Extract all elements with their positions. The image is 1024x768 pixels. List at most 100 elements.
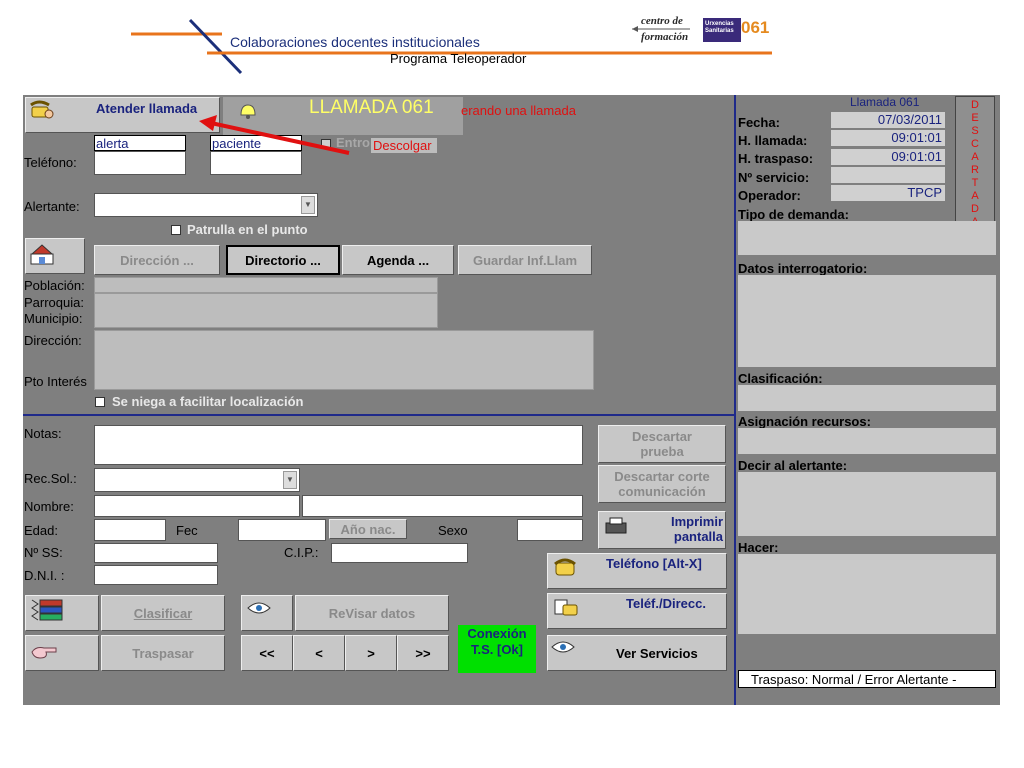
descartada-letters: DESCARTADA: [956, 97, 994, 229]
anio-nac-label: Año nac.: [340, 521, 396, 537]
descartada-letter: R: [971, 164, 979, 176]
sexo-label: Sexo: [438, 523, 468, 538]
call-banner-suffix: erando una llamada: [461, 103, 576, 118]
guardar-button-label: Guardar Inf.Llam: [472, 252, 578, 268]
datos-interrogatorio-field[interactable]: [738, 275, 996, 367]
decir-alertante-label: Decir al alertante:: [738, 458, 848, 473]
sexo-input[interactable]: [517, 519, 583, 541]
direccion-button[interactable]: Dirección ...: [94, 245, 220, 275]
logo-formacion: formación: [641, 31, 689, 43]
nombre-label: Nombre:: [24, 499, 74, 514]
patrulla-label: Patrulla en el punto: [187, 222, 308, 237]
notas-input[interactable]: [94, 425, 583, 465]
descartada-letter: D: [971, 99, 979, 111]
descartada-letter: C: [971, 138, 979, 150]
revisar-button[interactable]: ReVisar datos: [295, 595, 449, 631]
nombre-input[interactable]: [94, 495, 300, 517]
map-location-button[interactable]: [25, 238, 85, 274]
revisar-icon-button[interactable]: [241, 595, 293, 631]
recsol-dropdown-button[interactable]: ▼: [283, 471, 297, 489]
directorio-button[interactable]: Directorio ...: [226, 245, 340, 275]
nav-first-button[interactable]: <<: [241, 635, 293, 671]
edad-input[interactable]: [94, 519, 166, 541]
asignacion-field[interactable]: [738, 428, 996, 454]
recsol-select[interactable]: ▼: [94, 468, 300, 492]
telefono-altx-label: Teléfono [Alt-X]: [606, 556, 702, 571]
descartar-corte-label: Descartar corte comunicación: [614, 469, 710, 499]
decir-alertante-field[interactable]: [738, 472, 996, 536]
nss-input[interactable]: [94, 543, 218, 563]
traspasar-icon-button[interactable]: [25, 635, 99, 671]
nav-next-button[interactable]: >: [345, 635, 397, 671]
right-panel-title: Llamada 061: [850, 95, 920, 109]
traspaso-status-label: Traspaso: Normal / Error Alertante -: [751, 672, 957, 687]
fecha-nac-input[interactable]: [238, 519, 326, 541]
descartada-letter: E: [971, 112, 979, 124]
descartada-letter: A: [971, 151, 979, 163]
directorio-button-label: Directorio ...: [245, 252, 321, 268]
nav-last-button[interactable]: >>: [397, 635, 449, 671]
operador-value: TPCP: [831, 185, 945, 201]
direccion-field[interactable]: [94, 330, 594, 390]
logo-centro: centro de: [641, 15, 683, 27]
nav-last-label: >>: [415, 645, 431, 661]
chevron-down-icon: ▼: [304, 200, 312, 209]
stacked-books-icon: [31, 599, 63, 621]
apellidos-input[interactable]: [302, 495, 583, 517]
clasificacion-label: Clasificación:: [738, 371, 823, 386]
guardar-button[interactable]: Guardar Inf.Llam: [458, 245, 592, 275]
pointing-hand-icon: [31, 647, 57, 659]
direccion-button-label: Dirección ...: [120, 252, 194, 268]
traspaso-status-bar[interactable]: Traspaso: Normal / Error Alertante -: [738, 670, 996, 688]
poblacion-field[interactable]: [94, 277, 438, 293]
recsol-label: Rec.Sol.:: [24, 471, 77, 486]
htraspaso-value: 09:01:01: [831, 149, 945, 165]
section-divider: [23, 414, 734, 416]
notas-label: Notas:: [24, 426, 62, 441]
patrulla-checkbox[interactable]: [171, 225, 181, 235]
hacer-field[interactable]: [738, 554, 996, 634]
descartar-prueba-label: Descartar prueba: [632, 429, 692, 459]
alertante-label: Alertante:: [24, 199, 80, 214]
eye-icon: [551, 641, 575, 653]
nav-prev-button[interactable]: <: [293, 635, 345, 671]
traspasar-button[interactable]: Traspasar: [101, 635, 225, 671]
edad-label: Edad:: [24, 523, 58, 538]
clasificacion-field[interactable]: [738, 385, 996, 411]
right-panel-divider: [734, 95, 736, 705]
tipo-demanda-field[interactable]: [738, 221, 996, 255]
agenda-button[interactable]: Agenda ...: [342, 245, 454, 275]
operador-label: Operador:: [738, 188, 801, 203]
fec-label: Fec: [176, 523, 198, 538]
logo-061: 061: [741, 18, 770, 37]
header-title: Colaboraciones docentes institucionales: [230, 34, 480, 50]
parroquia-municipio-field[interactable]: [94, 293, 438, 328]
dni-label: D.N.I. :: [24, 568, 65, 583]
tipo-demanda-label: Tipo de demanda:: [738, 207, 849, 222]
datos-interrogatorio-label: Datos interrogatorio:: [738, 261, 868, 276]
printer-icon: [605, 517, 627, 534]
classify-icon-button[interactable]: [25, 595, 99, 631]
header-decoration: [131, 18, 772, 75]
hacer-label: Hacer:: [738, 540, 779, 555]
niega-label: Se niega a facilitar localización: [112, 394, 304, 409]
descartar-prueba-button[interactable]: Descartar prueba: [598, 425, 726, 463]
anio-nac-button[interactable]: Año nac.: [329, 519, 407, 539]
cip-input[interactable]: [331, 543, 468, 563]
alertante-dropdown-button[interactable]: ▼: [301, 196, 315, 214]
eye-icon: [247, 602, 271, 614]
descartada-letter: D: [971, 203, 979, 215]
telef-direcc-label: Teléf./Direcc.: [626, 596, 706, 611]
teleoperator-app: Atender llamada LLAMADA 061 erando una l…: [23, 95, 1000, 705]
dni-input[interactable]: [94, 565, 218, 585]
logo-urxencias: Urxencias Sanitarias: [703, 18, 741, 42]
clasificar-button[interactable]: Clasificar: [101, 595, 225, 631]
nav-first-label: <<: [259, 645, 275, 661]
niega-checkbox[interactable]: [95, 397, 105, 407]
nav-next-label: >: [367, 645, 375, 661]
alertante-select[interactable]: ▼: [94, 193, 318, 217]
house-map-icon: [30, 244, 54, 265]
descartar-corte-button[interactable]: Descartar corte comunicación: [598, 465, 726, 503]
descartada-letter: T: [971, 177, 979, 189]
parroquia-label: Parroquia:: [24, 295, 84, 310]
